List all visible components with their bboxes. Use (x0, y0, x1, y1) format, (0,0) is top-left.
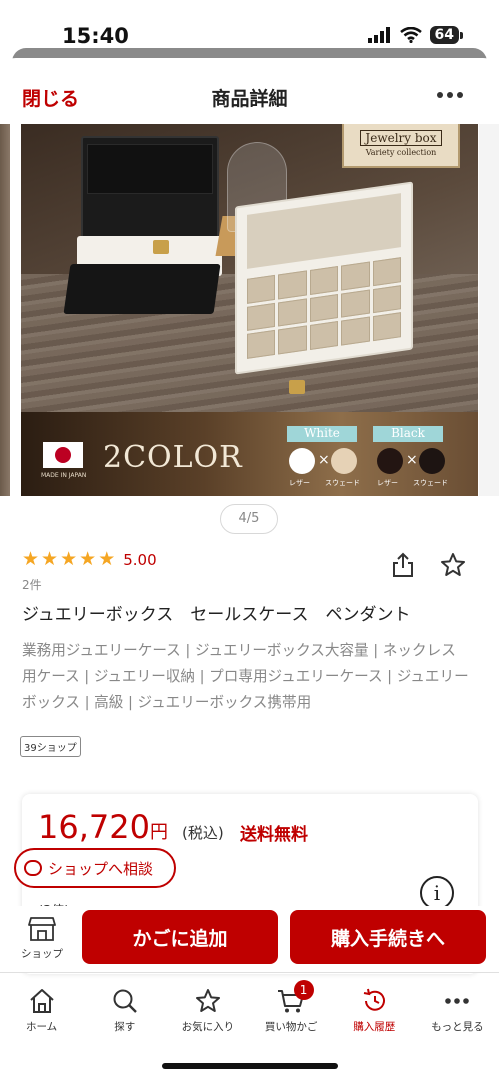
star-icon: ★ (41, 548, 59, 570)
color-count: 2COLOR (103, 440, 243, 475)
suede-caption: スウェード (413, 479, 448, 487)
signal-icon (367, 27, 390, 43)
consult-shop-button[interactable]: ショップへ相談 (14, 848, 176, 888)
carousel-pager: 4/5 (220, 504, 278, 534)
tab-purchase-history-label: 購入履歴 (353, 1021, 396, 1033)
multiply-sign: × (318, 452, 330, 468)
favorite-star-icon[interactable] (440, 552, 466, 578)
price-amount: 16,720 (38, 808, 150, 846)
color-banner: MADE IN JAPAN 2COLOR White × レザー スウェード B… (21, 412, 478, 496)
close-button[interactable]: 閉じる (22, 84, 79, 111)
price: 16,720円 (38, 808, 168, 846)
tab-cart-label: 買い物かご (264, 1021, 318, 1033)
tab-home-label: ホーム (25, 1021, 58, 1033)
leather-caption: レザー (377, 479, 398, 487)
next-slide-peek[interactable] (479, 124, 499, 496)
japan-flag-icon (43, 442, 83, 468)
black-leather-swatch (377, 448, 403, 474)
suede-caption: スウェード (325, 479, 360, 487)
free-shipping-label: 送料無料 (240, 825, 308, 845)
add-to-cart-button[interactable]: かごに追加 (82, 910, 278, 964)
wifi-icon (399, 27, 422, 43)
product-description: 業務用ジュエリーケース | ジュエリーボックス大容量 | ネックレス用ケース |… (22, 642, 469, 711)
clasp (289, 380, 305, 394)
star-icon: ★ (98, 548, 116, 570)
consult-shop-label: ショップへ相談 (48, 859, 154, 878)
shop-icon (28, 917, 56, 941)
cart-badge: 1 (293, 980, 314, 1000)
white-leather-swatch (289, 448, 315, 474)
star-icon (195, 989, 220, 1012)
product-detail-sheet: 閉じる 商品詳細 Jewelry box Variety collection (0, 58, 499, 1080)
tab-more-label: もっと見る (431, 1021, 484, 1033)
more-icon (445, 998, 470, 1004)
clasp (153, 240, 169, 254)
white-suede-swatch (331, 448, 357, 474)
tab-favorites-label: お気に入り (181, 1021, 235, 1033)
tab-purchase-history[interactable]: 購入履歴 (333, 976, 416, 1046)
shop-button[interactable]: ショップ (14, 908, 70, 964)
star-icon: ★ (22, 548, 40, 570)
leather-caption: レザー (289, 479, 310, 487)
home-indicator[interactable] (162, 1063, 338, 1069)
rating-stars[interactable]: ★ ★ ★ ★ ★ 5.00 (22, 550, 157, 569)
multiply-sign: × (406, 452, 418, 468)
tab-home[interactable]: ホーム (0, 976, 83, 1046)
tab-cart[interactable]: 1 買い物かご (250, 976, 333, 1046)
share-icon[interactable] (392, 552, 414, 578)
checkout-button[interactable]: 購入手続きへ (290, 910, 486, 964)
black-box-closed (63, 264, 221, 314)
action-bar: ショップ かごに追加 購入手続きへ (0, 906, 499, 972)
price-currency: 円 (149, 822, 168, 843)
made-in-caption: MADE IN JAPAN (41, 472, 87, 479)
product-title: ジュエリーボックス セールスケース ペンダント (22, 605, 411, 625)
brand-title: Jewelry box (360, 130, 442, 146)
battery-indicator: 64 (429, 26, 464, 44)
tab-more[interactable]: もっと見る (416, 976, 499, 1046)
nav-bar: 閉じる 商品詳細 (0, 58, 499, 124)
tabbar-divider (0, 972, 499, 973)
home-icon (29, 989, 54, 1013)
status-icons: 64 (367, 26, 464, 44)
tab-search[interactable]: 探す (83, 976, 166, 1046)
chat-icon (24, 860, 42, 876)
previous-slide-peek[interactable] (0, 124, 10, 496)
star-icon: ★ (60, 548, 78, 570)
search-icon (113, 989, 137, 1013)
image-carousel[interactable]: Jewelry box Variety collection MADE IN J… (0, 124, 499, 496)
info-icon[interactable]: i (420, 876, 454, 910)
status-time: 15:40 (62, 24, 129, 48)
rating-value: 5.00 (123, 550, 157, 569)
shop-label: ショップ (21, 948, 63, 960)
more-options-icon[interactable] (437, 92, 463, 98)
black-label: Black (373, 426, 443, 442)
star-icon: ★ (79, 548, 97, 570)
white-label: White (287, 426, 357, 442)
tax-note: (税込) (182, 824, 224, 842)
white-box-open (235, 181, 413, 375)
history-icon (364, 988, 386, 1011)
black-box-open (81, 136, 219, 242)
tab-search-label: 探す (114, 1021, 136, 1033)
black-suede-swatch (419, 448, 445, 474)
brand-subtitle: Variety collection (365, 148, 437, 157)
tab-favorites[interactable]: お気に入り (166, 976, 249, 1046)
review-count[interactable]: 2件 (22, 576, 42, 593)
brand-plate: Jewelry box Variety collection (342, 124, 460, 168)
shop-tag: 39ショップ (20, 736, 81, 757)
product-image[interactable]: Jewelry box Variety collection MADE IN J… (21, 124, 478, 496)
tab-bar: ホーム 探す お気に入り 1 買い物かご 購入履歴 もっと見る (0, 976, 499, 1046)
